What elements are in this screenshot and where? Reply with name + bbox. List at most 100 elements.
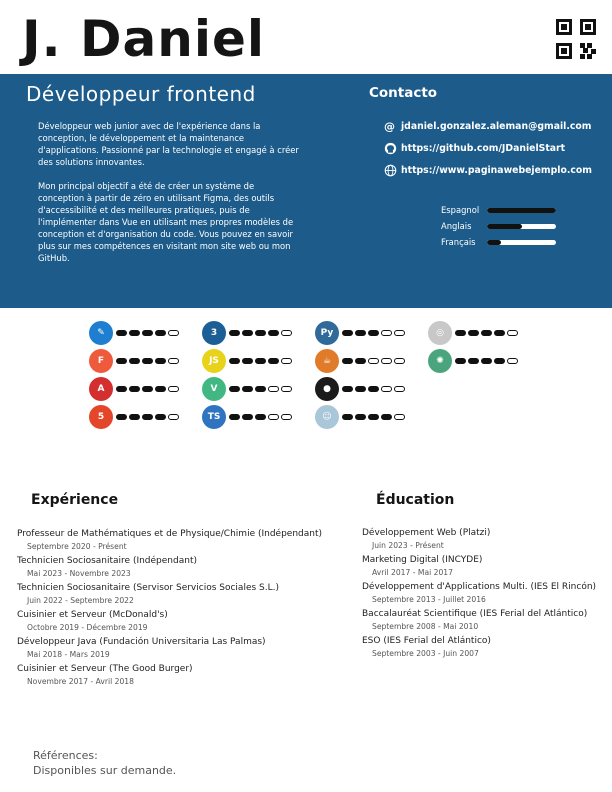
entry-date: Juin 2023 - Présent [372,541,444,550]
skill-level-dot [229,358,240,364]
website-link[interactable]: https://www.paginawebejemplo.com [384,164,592,177]
website-text: https://www.paginawebejemplo.com [401,165,592,176]
skill-level-dot [116,330,127,336]
skill-item: ◎ [428,321,520,345]
language-label: Français [441,237,476,247]
skill-item: ● [315,377,407,401]
skill-level-dot [268,358,279,364]
language-row: Espagnol [441,205,556,215]
skill-level [229,330,294,336]
skill-level [455,358,520,364]
skill-item: V [202,377,294,401]
vue-icon: V [202,377,226,401]
entry-title: Marketing Digital (INCYDE) [362,555,483,565]
education-entry: Marketing Digital (INCYDE) Avril 2017 - M… [362,555,482,577]
education-entry: Développement Web (Platzi) Juin 2023 - Pr… [362,528,490,550]
skill-level-dot [355,414,366,420]
skill-level-dot [242,414,253,420]
education-entry: Développement d'Applications Multi. (IES… [362,582,596,604]
skill-level-dot [368,330,379,336]
skill-level-dot [507,358,518,364]
language-level-bar [487,207,556,213]
skill-level-dot [142,386,153,392]
entry-title: Développement d'Applications Multi. (IES… [362,582,597,592]
skill-item: TS [202,405,294,429]
entry-date: Octobre 2019 - Décembre 2019 [27,623,148,632]
bio: Développeur web junior avec de l'expérie… [38,120,300,276]
skill-level-dot [355,330,366,336]
javascript-icon: JS [202,349,226,373]
skill-level-dot [229,386,240,392]
skill-level-dot [255,358,266,364]
at-icon: @ [384,120,395,133]
skill-level-dot [142,414,153,420]
skill-level-dot [368,358,379,364]
qr-code-icon [556,19,596,59]
skill-level-dot [494,358,505,364]
skill-item: JS [202,349,294,373]
job-title: Développeur frontend [26,82,256,106]
candidate-name: J. Daniel [22,10,266,68]
skill-level [229,414,294,420]
language-row: Français [441,237,556,247]
entry-date: Septembre 2003 - Juin 2007 [372,649,479,658]
skill-level [342,386,407,392]
skill-item: 3 [202,321,294,345]
language-level-bar [487,239,556,245]
skill-level-dot [129,414,140,420]
skill-level-dot [468,358,479,364]
skill-level-dot [168,358,179,364]
skill-level-dot [168,330,179,336]
skill-level-dot [142,358,153,364]
chatgpt-icon: ✺ [428,349,452,373]
references: Références: Disponibles sur demande. [33,748,176,778]
email-link[interactable]: @ jdaniel.gonzalez.aleman@gmail.com [384,120,591,133]
language-row: Anglais [441,221,556,231]
openai-icon: ◎ [428,321,452,345]
skill-level [342,330,407,336]
skill-level-dot [281,414,292,420]
skill-level-dot [281,386,292,392]
skill-level-dot [116,414,127,420]
skill-level [229,386,294,392]
education-entry: Baccalauréat Scientifique (IES Ferial de… [362,609,587,631]
skill-level [229,358,294,364]
experience-title: Expérience [31,492,119,508]
email-text: jdaniel.gonzalez.aleman@gmail.com [401,121,592,132]
skill-level-dot [229,414,240,420]
python-icon: Py [315,321,339,345]
skill-item: 5 [89,405,181,429]
experience-entry: Technicien Sociosanitaire (Indépendant) M… [17,556,197,578]
skill-level-dot [229,330,240,336]
skill-level-dot [394,386,405,392]
experience-entry: Technicien Sociosanitaire (Servisor Serv… [17,583,279,605]
bio-paragraph: Mon principal objectif a été de créer un… [38,181,294,263]
figma-icon: F [89,349,113,373]
skill-level-dot [342,330,353,336]
skill-level-dot [255,414,266,420]
skill-level-dot [481,330,492,336]
angular-icon: A [89,377,113,401]
skill-item: Py [315,321,407,345]
entry-date: Septembre 2008 - Mai 2010 [372,622,479,631]
contact-title: Contacto [369,85,438,101]
skill-level-dot [455,330,466,336]
entry-title: ESO (IES Ferial del Atlántico) [362,636,491,646]
skill-level-dot [242,330,253,336]
skill-level-dot [355,386,366,392]
github-icon [384,142,397,155]
github-link[interactable]: https://github.com/JDanielStart [384,142,565,155]
skill-item: F [89,349,181,373]
skill-level-dot [129,330,140,336]
language-level-fill [487,239,501,245]
entry-title: Développeur Java (Fundación Universitari… [17,637,266,647]
skill-level-dot [116,386,127,392]
references-text: Disponibles sur demande. [33,764,177,777]
skill-level [116,386,181,392]
skill-level-dot [494,330,505,336]
skill-item: A [89,377,181,401]
skill-level-dot [368,386,379,392]
github-text: https://github.com/JDanielStart [401,143,566,154]
education-entry: ESO (IES Ferial del Atlántico) Septembre … [362,636,491,658]
skill-level-dot [368,414,379,420]
